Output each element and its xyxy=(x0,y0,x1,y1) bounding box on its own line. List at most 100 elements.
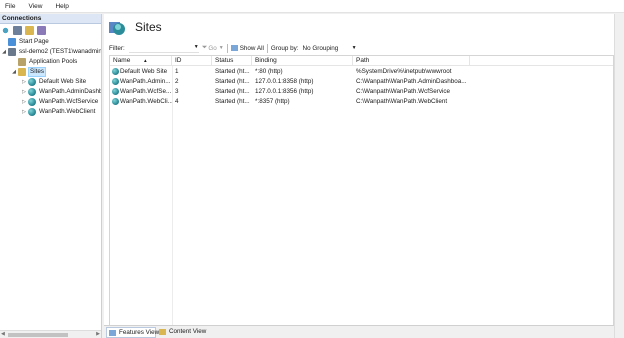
column-header-binding[interactable]: Binding xyxy=(252,56,353,66)
group-by-value: No Grouping xyxy=(302,44,339,52)
features-view-icon xyxy=(109,330,116,336)
actions-pane-edge xyxy=(614,14,624,338)
column-divider xyxy=(172,66,173,331)
tab-label: Features View xyxy=(119,329,160,336)
connections-horizontal-scrollbar[interactable]: ◀ ▶ xyxy=(0,330,101,338)
expand-icon[interactable]: ▷ xyxy=(21,107,27,117)
column-header-status[interactable]: Status xyxy=(212,56,252,66)
tree-node[interactable]: Start Page xyxy=(0,37,101,47)
show-all-icon xyxy=(230,45,238,51)
content-view-icon xyxy=(159,329,166,335)
main-pane: Sites Filter: ▼ ⏷ Go ▼ Show All Group by… xyxy=(104,14,624,338)
tree-node-label: Default Web Site xyxy=(39,78,87,85)
cell-id: 2 xyxy=(175,78,179,85)
tree-node[interactable]: ◢ ssl-demo2 (TEST1\wanadmin xyxy=(0,47,101,57)
toolbar-separator xyxy=(266,43,268,53)
app-pools-icon xyxy=(18,58,26,66)
globe-icon xyxy=(28,78,36,86)
menu-file[interactable]: File xyxy=(5,3,15,10)
expand-icon[interactable]: ▷ xyxy=(21,97,27,107)
tree-node[interactable]: ▷ WanPath.AdminDashb xyxy=(0,87,101,97)
connections-toolbar xyxy=(0,24,101,37)
table-header: Name ▲ ID Status Binding Path xyxy=(110,56,613,66)
show-all-button[interactable]: Show All xyxy=(230,44,264,52)
start-page-icon xyxy=(8,38,16,46)
expand-icon[interactable]: ▷ xyxy=(21,87,27,97)
tree-node-label: WanPath.WebClient xyxy=(39,108,96,115)
table-row[interactable]: WanPath.WcfSe... 3 Started (ht... 127.0.0.1… xyxy=(110,87,613,96)
scrollbar-thumb[interactable] xyxy=(8,333,68,337)
cell-binding: *:8357 (http) xyxy=(255,98,290,105)
sites-table: Name ▲ ID Status Binding Path Default We… xyxy=(109,55,614,332)
go-button[interactable]: ⏷ Go ▼ xyxy=(202,44,224,52)
globe-icon xyxy=(28,98,36,106)
tab-label: Content View xyxy=(169,328,207,335)
cell-path: C:\Wanpath\WanPath.AdminDashboa... xyxy=(356,78,467,85)
cell-id: 4 xyxy=(175,98,179,105)
save-icon[interactable] xyxy=(13,26,22,35)
table-row[interactable]: WanPath.WebCli... 4 Started (ht... *:8357 (… xyxy=(110,97,613,106)
column-header-path[interactable]: Path xyxy=(353,56,470,66)
go-label: Go xyxy=(208,44,217,52)
column-header-label: Name xyxy=(113,57,131,64)
connections-pane: Connections Start Page ◢ ssl-demo2 (TEST1\… xyxy=(0,14,102,338)
tree-node-label: WanPath.WcfService xyxy=(39,98,99,105)
sort-ascending-icon: ▲ xyxy=(143,58,148,63)
cell-name: Default Web Site xyxy=(120,68,168,75)
cell-name: WanPath.WcfSe... xyxy=(120,88,172,95)
sites-folder-icon xyxy=(18,68,26,76)
tree-node-label: Application Pools xyxy=(29,58,78,65)
table-row[interactable]: WanPath.Admin... 2 Started (ht... 127.0.0.1… xyxy=(110,77,613,86)
column-header-id[interactable]: ID xyxy=(172,56,212,66)
scroll-right-icon[interactable]: ▶ xyxy=(96,331,100,337)
cell-path: %SystemDrive%\inetpub\wwwroot xyxy=(356,68,452,75)
connect-icon[interactable] xyxy=(1,26,10,35)
cell-binding: 127.0.0.1:8358 (http) xyxy=(255,78,314,85)
tab-content-view[interactable]: Content View xyxy=(157,327,211,338)
toolbar-separator xyxy=(226,43,228,53)
cell-binding: *:80 (http) xyxy=(255,68,283,75)
connections-tree: Start Page ◢ ssl-demo2 (TEST1\wanadmin Appl… xyxy=(0,37,101,117)
scroll-left-icon[interactable]: ◀ xyxy=(1,331,5,337)
tree-node[interactable]: ▷ WanPath.WcfService xyxy=(0,97,101,107)
tree-node-label: Sites xyxy=(28,67,46,77)
cell-id: 1 xyxy=(175,68,179,75)
cell-name: WanPath.Admin... xyxy=(120,78,171,85)
tree-node[interactable]: Application Pools xyxy=(0,57,101,67)
sites-icon xyxy=(109,22,125,35)
page-header: Sites xyxy=(104,14,624,42)
tab-features-view[interactable]: Features View xyxy=(106,327,160,338)
expand-icon[interactable]: ▷ xyxy=(21,77,27,87)
server-icon xyxy=(8,48,16,56)
funnel-icon: ⏷ xyxy=(201,44,208,51)
filter-label: Filter: xyxy=(109,44,125,52)
connections-refresh-icon[interactable] xyxy=(37,26,46,35)
cell-path: C:\Wanpath\WanPath.WebClient xyxy=(356,98,448,105)
show-all-label: Show All xyxy=(239,44,264,52)
go-dropdown-icon[interactable]: ▼ xyxy=(219,45,224,51)
group-by-dropdown-icon[interactable]: ▼ xyxy=(352,45,357,51)
cell-path: C:\Wanpath\WanPath.WcfService xyxy=(356,88,451,95)
globe-icon xyxy=(28,108,36,116)
tree-node[interactable]: ▷ WanPath.WebClient xyxy=(0,107,101,117)
filter-input[interactable]: ▼ xyxy=(128,44,199,53)
collapse-icon[interactable]: ◢ xyxy=(11,67,17,77)
globe-icon xyxy=(28,88,36,96)
menu-help[interactable]: Help xyxy=(55,3,68,10)
group-by-select[interactable]: No Grouping ▼ xyxy=(302,44,360,53)
connections-header: Connections xyxy=(0,14,101,24)
column-header-name[interactable]: Name ▲ xyxy=(110,56,172,66)
menu-view[interactable]: View xyxy=(28,3,42,10)
cell-status: Started (ht... xyxy=(215,68,250,75)
filter-bar: Filter: ▼ ⏷ Go ▼ Show All Group by: No G… xyxy=(109,42,614,54)
group-by-label: Group by: xyxy=(270,44,299,52)
tree-node[interactable]: ◢ Sites xyxy=(0,67,101,77)
tree-node-label: Start Page xyxy=(19,38,49,45)
table-row[interactable]: Default Web Site 1 Started (ht... *:80 (htt… xyxy=(110,67,613,76)
filter-dropdown-icon[interactable]: ▼ xyxy=(194,44,199,50)
collapse-icon[interactable]: ◢ xyxy=(1,47,7,57)
tree-node[interactable]: ▷ Default Web Site xyxy=(0,77,101,87)
up-folder-icon[interactable] xyxy=(25,26,34,35)
tree-node-label: ssl-demo2 (TEST1\wanadmin xyxy=(19,48,102,55)
cell-binding: 127.0.0.1:8356 (http) xyxy=(255,88,314,95)
